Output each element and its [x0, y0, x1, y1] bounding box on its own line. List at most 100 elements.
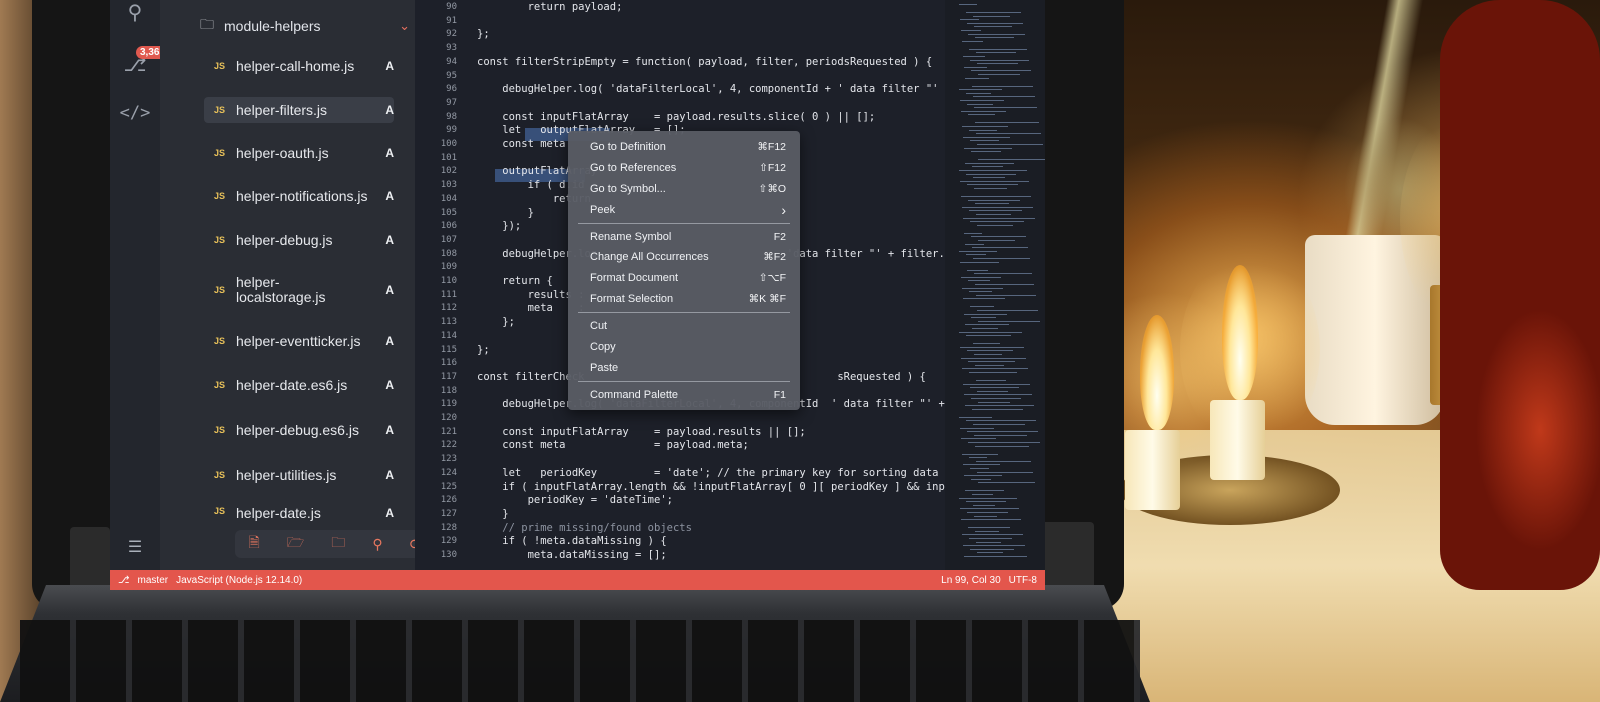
git-status-badge: A: [385, 103, 394, 117]
menu-item-rename-symbol[interactable]: Rename Symbol F2: [590, 227, 786, 247]
menu-item-format-selection[interactable]: Format Selection ⌘K ⌘F: [590, 289, 786, 309]
minimap-line: [972, 85, 1033, 87]
minimap-line: [967, 184, 1018, 186]
minimap-line: [973, 343, 1000, 345]
folder-row[interactable]: 🗀 module-helpers ⌄: [200, 14, 410, 38]
search-icon[interactable]: ⚲: [110, 0, 160, 25]
minimap-line: [976, 52, 1016, 54]
minimap-line: [959, 4, 977, 5]
file-item[interactable]: JS helper-call-home.js A: [204, 53, 394, 79]
line-number: 126: [440, 495, 457, 506]
line-number: 94: [446, 56, 457, 67]
minimap-line: [974, 273, 1032, 275]
line-number: 90: [446, 2, 457, 12]
menu-separator: [578, 223, 790, 224]
menu-item-go-to-definition[interactable]: Go to Definition ⌘F12: [590, 137, 786, 157]
minimap-line: [962, 287, 1003, 289]
file-item[interactable]: JS helper- localstorage.js A: [204, 270, 394, 310]
folder-settings-icon[interactable]: 🗀: [331, 532, 345, 556]
line-number: 129: [440, 536, 457, 547]
menu-separator: [578, 312, 790, 313]
menu-item-change-all-occurrences[interactable]: Change All Occurrences ⌘F2: [590, 247, 786, 267]
red-vase: [1440, 0, 1600, 590]
line-number: 98: [446, 111, 457, 122]
file-name: helper-call-home.js: [236, 57, 355, 74]
git-status-badge: A: [385, 334, 394, 348]
keyboard: [20, 620, 1140, 702]
line-number: 111: [440, 289, 457, 300]
file-item[interactable]: JS helper-debug.es6.js A: [204, 417, 394, 443]
js-file-icon: JS: [214, 506, 226, 516]
code-icon[interactable]: </>: [110, 103, 160, 123]
code-line: return {: [477, 275, 553, 287]
minimap-line: [973, 424, 1025, 425]
minimap-line: [971, 398, 1021, 399]
minimap-line: [964, 147, 1012, 149]
settings-sliders-icon[interactable]: ☰: [110, 537, 160, 557]
code-line: const inputFlatArray = payload.results.s…: [477, 110, 876, 123]
file-name: helper- localstorage.js: [236, 274, 326, 305]
chevron-down-icon[interactable]: ⌄: [399, 18, 410, 34]
file-item[interactable]: JS helper-eventticker.js A: [204, 328, 394, 354]
menu-item-label: Go to Definition: [590, 141, 666, 153]
minimap-line: [972, 408, 1023, 410]
file-item[interactable]: JS helper-notifications.js A: [204, 183, 394, 209]
new-folder-icon[interactable]: 🗁: [287, 532, 304, 556]
git-status-badge: A: [385, 189, 394, 203]
line-number: 123: [440, 454, 457, 465]
menu-item-shortcut: ⌘F2: [763, 251, 786, 263]
code-line: };: [477, 316, 515, 329]
file-item[interactable]: JS helper-debug.js A: [204, 227, 394, 253]
menu-item-copy[interactable]: Copy: [590, 337, 786, 357]
menu-item-shortcut: ⌘K ⌘F: [748, 293, 786, 305]
menu-item-go-to-references[interactable]: Go to References ⇧F12: [590, 158, 786, 178]
js-file-icon: JS: [214, 235, 226, 245]
code-line: const meta: [477, 138, 566, 150]
menu-item-command-palette[interactable]: Command Palette F1: [590, 385, 786, 405]
file-item[interactable]: JS helper-date.js A: [204, 506, 394, 522]
minimap-line: [964, 556, 1027, 557]
minimap-line: [960, 19, 979, 21]
menu-item-format-document[interactable]: Format Document ⇧⌥F: [590, 268, 786, 288]
file-encoding[interactable]: UTF-8: [1009, 575, 1037, 586]
search-icon[interactable]: ⚲: [372, 536, 382, 553]
language-mode[interactable]: JavaScript (Node.js 12.14.0): [176, 575, 302, 586]
menu-item-cut[interactable]: Cut: [590, 316, 786, 336]
minimap-line: [961, 196, 1031, 197]
context-menu: Go to Definition ⌘F12 Go to References ⇧…: [568, 131, 800, 410]
menu-item-peek[interactable]: Peek ›: [590, 200, 786, 220]
js-file-icon: JS: [214, 61, 226, 71]
code-line: let periodKey = 'date'; // the primary k…: [502, 466, 945, 479]
git-branch[interactable]: master: [138, 575, 169, 586]
minimap-line: [971, 478, 991, 480]
menu-item-label: Change All Occurrences: [590, 251, 709, 263]
cursor-position[interactable]: Ln 99, Col 30: [941, 575, 1001, 586]
file-name: helper-notifications.js: [236, 187, 368, 204]
line-number: 101: [440, 152, 457, 163]
new-file-icon[interactable]: 🗎: [249, 532, 260, 556]
line-number: 113: [440, 317, 457, 328]
minimap-line: [962, 40, 983, 42]
minimap-line: [963, 136, 1010, 138]
minimap[interactable]: [945, 0, 1045, 570]
file-item[interactable]: JS helper-oauth.js A: [204, 140, 394, 166]
file-item[interactable]: JS helper-date.es6.js A: [204, 372, 394, 398]
minimap-line: [975, 445, 1029, 447]
minimap-line: [974, 354, 1002, 355]
line-number: 91: [446, 15, 457, 26]
file-item[interactable]: JS helper-utilities.js A: [204, 462, 394, 488]
minimap-line: [978, 401, 1010, 403]
minimap-line: [966, 173, 1016, 175]
menu-item-paste[interactable]: Paste: [590, 358, 786, 378]
file-name: helper-debug.js: [236, 231, 333, 248]
menu-item-label: Peek: [590, 204, 616, 216]
git-status-badge: A: [385, 59, 394, 73]
minimap-line: [971, 236, 1026, 238]
line-number: 99: [446, 125, 457, 136]
minimap-line: [964, 475, 1002, 477]
folder-name: module-helpers: [224, 18, 321, 34]
menu-item-go-to-symbol[interactable]: Go to Symbol... ⇧⌘O: [590, 179, 786, 199]
minimap-line: [975, 530, 999, 532]
code-line: }: [477, 206, 534, 219]
file-item-selected[interactable]: JS helper-filters.js A: [204, 97, 394, 123]
